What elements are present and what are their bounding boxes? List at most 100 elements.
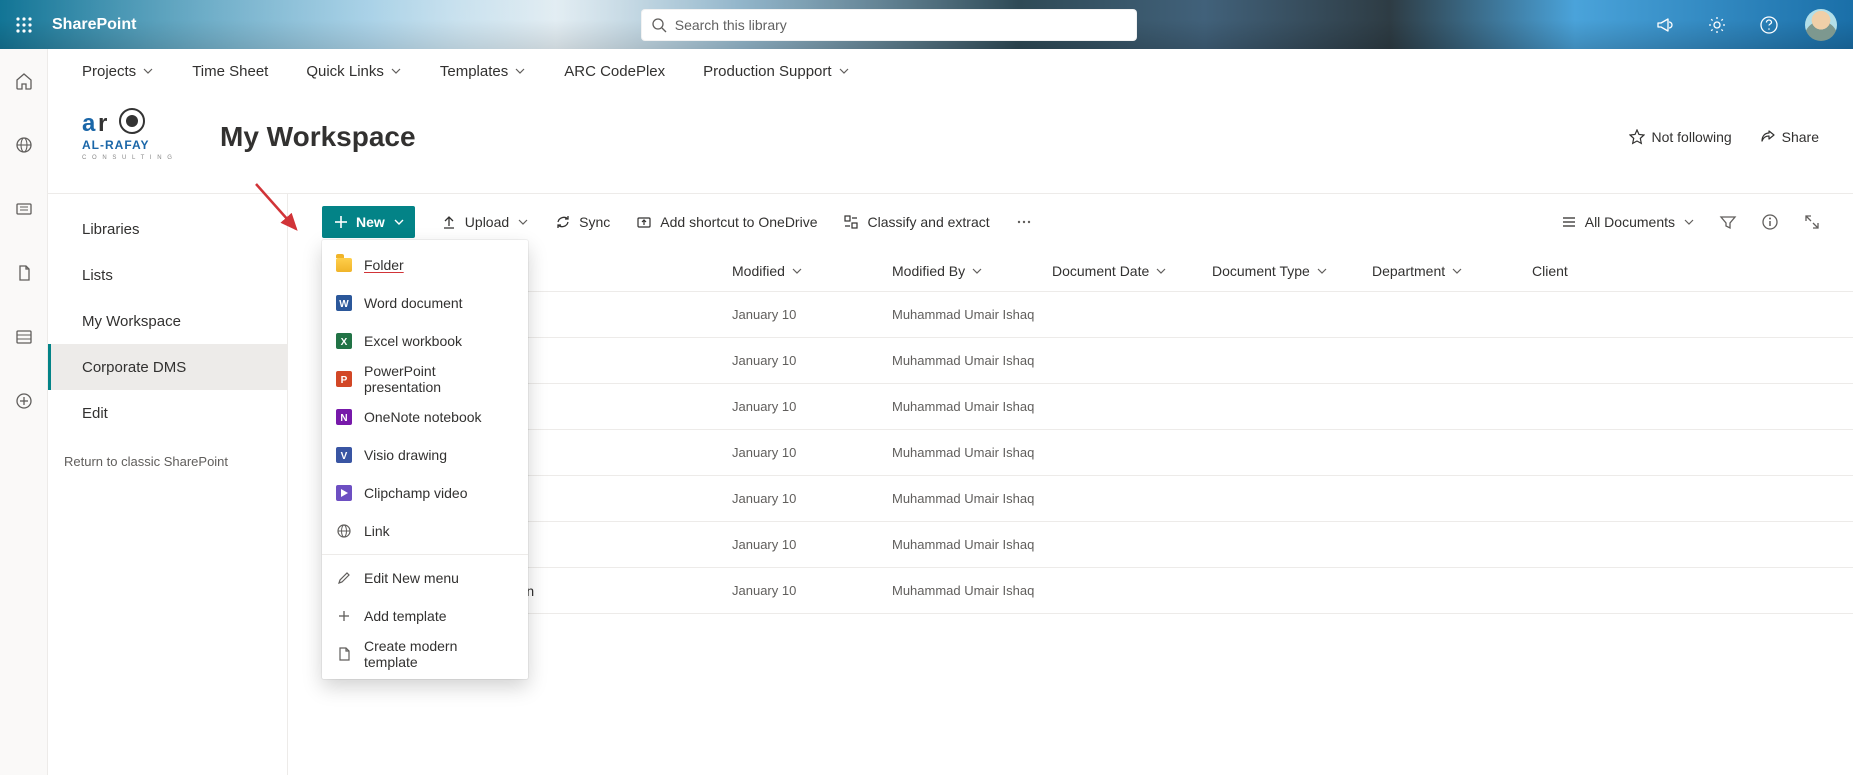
suite-brand[interactable]: SharePoint: [52, 16, 136, 34]
view-label: All Documents: [1585, 214, 1675, 230]
table-row[interactable]: esJanuary 10Muhammad Umair Ishaq: [322, 430, 1853, 476]
chevron-down-icon: [514, 65, 526, 77]
classify-button[interactable]: Classify and extract: [843, 214, 989, 230]
page-icon: [14, 263, 34, 283]
rail-globe[interactable]: [0, 125, 48, 165]
menu-visio[interactable]: V Visio drawing: [322, 436, 528, 474]
svg-text:X: X: [341, 337, 348, 348]
rail-lists[interactable]: [0, 317, 48, 357]
row-modified: January 10: [732, 537, 892, 552]
svg-text:r: r: [98, 110, 107, 137]
hubnav-prodsupport[interactable]: Production Support: [703, 63, 849, 80]
follow-label: Not following: [1651, 129, 1731, 145]
menu-onenote[interactable]: N OneNote notebook: [322, 398, 528, 436]
hubnav-label: Templates: [440, 63, 508, 80]
table-row[interactable]: January 10Muhammad Umair Ishaq: [322, 522, 1853, 568]
table-row[interactable]: s TemplatesJanuary 10Muhammad Umair Isha…: [322, 384, 1853, 430]
menu-label: Add template: [364, 608, 447, 624]
menu-excel[interactable]: X Excel workbook: [322, 322, 528, 360]
col-dept[interactable]: Department: [1372, 263, 1532, 279]
megaphone-button[interactable]: [1641, 0, 1689, 49]
col-doctype[interactable]: Document Type: [1212, 263, 1372, 279]
site-logo[interactable]: a r AL-RAFAY C O N S U L T I N G: [82, 101, 184, 173]
col-docdate[interactable]: Document Date: [1052, 263, 1212, 279]
col-label: Department: [1372, 263, 1445, 279]
folder-icon: [336, 258, 352, 272]
search-box[interactable]: [641, 9, 1137, 41]
upload-icon: [441, 214, 457, 230]
rail-news[interactable]: [0, 189, 48, 229]
left-nav: Libraries Lists My Workspace Corporate D…: [48, 194, 288, 775]
menu-label: Create modern template: [364, 638, 514, 670]
search-input[interactable]: [675, 17, 1127, 33]
row-modified: January 10: [732, 399, 892, 414]
table-row[interactable]: Office AdministrationJanuary 10Muhammad …: [322, 568, 1853, 614]
menu-clipchamp[interactable]: Clipchamp video: [322, 474, 528, 512]
filter-icon: [1719, 213, 1737, 231]
filter-button[interactable]: [1719, 213, 1737, 231]
chevron-down-icon: [1451, 265, 1463, 277]
new-button[interactable]: New: [322, 206, 415, 238]
menu-folder[interactable]: Folder: [322, 246, 528, 284]
row-modifiedby: Muhammad Umair Ishaq: [892, 583, 1052, 598]
settings-button[interactable]: [1693, 0, 1741, 49]
table-row[interactable]: eJanuary 10Muhammad Umair Ishaq: [322, 476, 1853, 522]
powerpoint-icon: P: [336, 371, 352, 387]
menu-label: Clipchamp video: [364, 485, 468, 501]
menu-edit-new[interactable]: Edit New menu: [322, 559, 528, 597]
more-icon: [1016, 214, 1032, 230]
more-button[interactable]: [1016, 214, 1032, 230]
hub-nav: Projects Time Sheet Quick Links Template…: [48, 49, 1853, 93]
row-modified: January 10: [732, 491, 892, 506]
search-icon: [651, 17, 667, 33]
menu-link[interactable]: Link: [322, 512, 528, 550]
table-row[interactable]: January 10Muhammad Umair Ishaq: [322, 292, 1853, 338]
svg-text:N: N: [340, 413, 347, 424]
plus-circle-icon: [14, 391, 34, 411]
new-menu: Folder W Word document X Excel workbook …: [322, 240, 528, 679]
upload-button[interactable]: Upload: [441, 214, 529, 230]
share-button[interactable]: Share: [1760, 129, 1819, 145]
sync-button[interactable]: Sync: [555, 214, 610, 230]
col-modified[interactable]: Modified: [732, 263, 892, 279]
col-modifiedby[interactable]: Modified By: [892, 263, 1052, 279]
expand-button[interactable]: [1803, 213, 1821, 231]
hubnav-projects[interactable]: Projects: [82, 63, 154, 80]
hubnav-codeplex[interactable]: ARC CodePlex: [564, 63, 665, 80]
menu-word[interactable]: W Word document: [322, 284, 528, 322]
app-launcher-button[interactable]: [0, 0, 48, 49]
star-icon: [1629, 129, 1645, 145]
hubnav-templates[interactable]: Templates: [440, 63, 526, 80]
shortcut-label: Add shortcut to OneDrive: [660, 214, 817, 230]
menu-create-template[interactable]: Create modern template: [322, 635, 528, 673]
add-shortcut-button[interactable]: Add shortcut to OneDrive: [636, 214, 817, 230]
rail-home[interactable]: [0, 61, 48, 101]
info-button[interactable]: [1761, 213, 1779, 231]
menu-add-template[interactable]: Add template: [322, 597, 528, 635]
help-button[interactable]: [1745, 0, 1793, 49]
col-label: Document Date: [1052, 263, 1149, 279]
return-classic-link[interactable]: Return to classic SharePoint: [48, 436, 287, 469]
menu-powerpoint[interactable]: P PowerPoint presentation: [322, 360, 528, 398]
help-icon: [1759, 15, 1779, 35]
user-avatar[interactable]: [1805, 9, 1837, 41]
leftnav-edit[interactable]: Edit: [48, 390, 287, 436]
pencil-icon: [336, 570, 352, 586]
hubnav-label: ARC CodePlex: [564, 63, 665, 80]
col-client[interactable]: Client: [1532, 263, 1692, 279]
hubnav-quicklinks[interactable]: Quick Links: [306, 63, 402, 80]
follow-toggle[interactable]: Not following: [1629, 129, 1731, 145]
row-modified: January 10: [732, 583, 892, 598]
hubnav-timesheet[interactable]: Time Sheet: [192, 63, 268, 80]
leftnav-lists[interactable]: Lists: [48, 252, 287, 298]
view-switcher[interactable]: All Documents: [1561, 214, 1695, 230]
col-label: Document Type: [1212, 263, 1310, 279]
leftnav-libraries[interactable]: Libraries: [48, 206, 287, 252]
table-row[interactable]: January 10Muhammad Umair Ishaq: [322, 338, 1853, 384]
row-modifiedby: Muhammad Umair Ishaq: [892, 491, 1052, 506]
leftnav-corporate-dms[interactable]: Corporate DMS: [48, 344, 287, 390]
rail-create[interactable]: [0, 381, 48, 421]
rail-files[interactable]: [0, 253, 48, 293]
leftnav-myworkspace[interactable]: My Workspace: [48, 298, 287, 344]
expand-icon: [1803, 213, 1821, 231]
